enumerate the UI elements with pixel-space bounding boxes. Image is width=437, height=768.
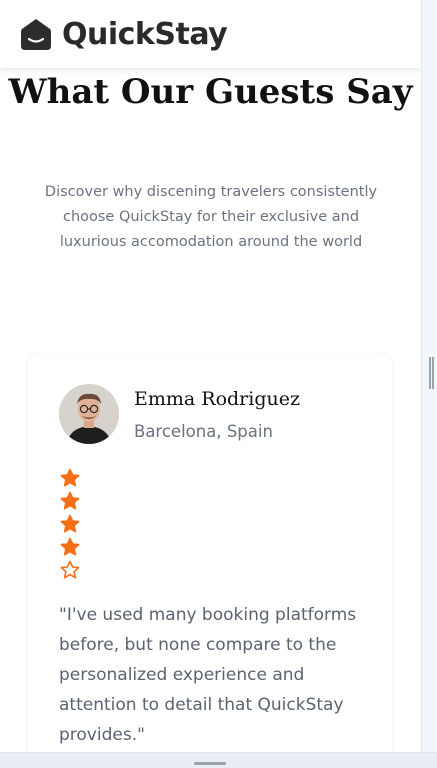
testimonial-card: Emma Rodriguez Barcelona, Spain "I've us…	[28, 353, 392, 752]
star-filled-icon	[60, 468, 80, 487]
logo-icon[interactable]	[18, 17, 54, 51]
navbar: QuickStay	[0, 0, 421, 68]
star-rating	[60, 468, 82, 583]
section-heading: What Our Guests Say	[8, 72, 413, 112]
resize-handle-icon[interactable]	[194, 762, 226, 765]
scrollbar-grip-icon[interactable]	[429, 357, 434, 389]
guest-location: Barcelona, Spain	[134, 422, 273, 441]
section-subtitle: Discover why discening travelers consist…	[44, 184, 378, 250]
star-filled-icon	[60, 491, 80, 510]
star-filled-icon	[60, 514, 80, 533]
star-empty-icon	[60, 560, 80, 579]
star-filled-icon	[60, 537, 80, 556]
brand-name[interactable]: QuickStay	[62, 17, 228, 52]
guest-name: Emma Rodriguez	[134, 388, 300, 410]
horizontal-scrollbar[interactable]	[0, 752, 437, 768]
page: QuickStay What Our Guests Say Discover w…	[0, 0, 421, 752]
testimonial-quote: "I've used many booking platforms before…	[59, 605, 357, 745]
avatar	[59, 384, 119, 444]
